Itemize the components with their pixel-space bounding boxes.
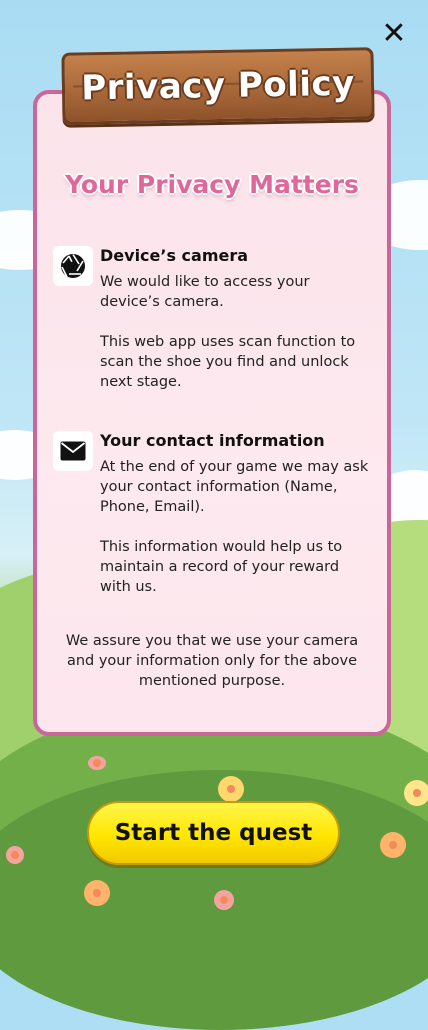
camera-aperture-icon — [53, 246, 93, 286]
contact-section-title: Your contact information — [100, 431, 325, 450]
contact-section: Your contact information At the end of y… — [53, 431, 373, 597]
title-sign: Privacy Policy — [61, 47, 375, 125]
camera-section: Device’s camera We would like to access … — [53, 246, 373, 392]
privacy-card: Your Privacy Matters Device’s camera We … — [33, 90, 391, 736]
camera-section-title: Device’s camera — [100, 246, 249, 265]
page-title: Privacy Policy — [80, 63, 356, 109]
camera-section-text-1: We would like to access your device’s ca… — [100, 274, 310, 310]
close-button[interactable]: ✕ — [378, 18, 410, 50]
camera-section-text-2: This web app uses scan function to scan … — [100, 334, 356, 390]
mail-icon — [53, 431, 93, 471]
start-quest-button[interactable]: Start the quest — [87, 801, 340, 865]
contact-section-text-1: At the end of your game we may ask your … — [100, 459, 369, 515]
contact-section-text-2: This information would help us to mainta… — [100, 539, 343, 595]
assurance-text: We assure you that we use your camera an… — [65, 633, 359, 689]
card-subtitle: Your Privacy Matters — [65, 170, 359, 199]
close-icon: ✕ — [381, 16, 407, 51]
